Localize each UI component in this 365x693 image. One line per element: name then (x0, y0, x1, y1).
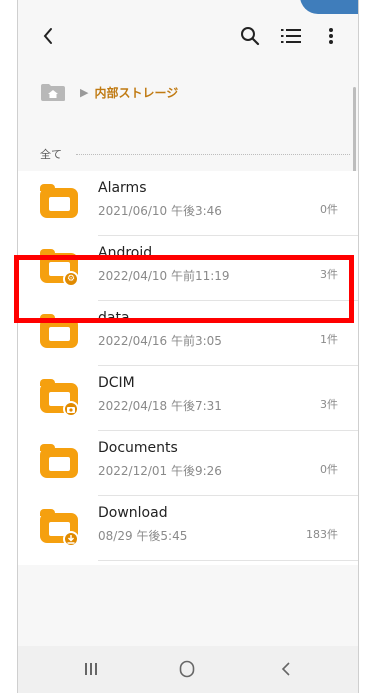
folder-icon (40, 184, 78, 218)
folder-date: 08/29 午後5:45 (98, 529, 188, 543)
back-button[interactable] (30, 18, 66, 54)
folder-item-count: 0件 (320, 203, 338, 216)
folder-icon (40, 379, 79, 417)
back-icon (43, 28, 52, 44)
home-folder-icon[interactable] (40, 82, 66, 102)
phone-screen: ▶ 内部ストレージ 全て Alarms 2021/06/10 午後3:46 0件… (14, 0, 359, 693)
folder-icon (40, 509, 79, 547)
folder-date: 2022/04/18 午後7:31 (98, 399, 222, 413)
folder-item-count: 3件 (320, 398, 338, 411)
folder-date: 2022/04/16 午前3:05 (98, 334, 222, 348)
list-item-documents[interactable]: Documents 2022/12/01 午後9:26 0件 (18, 431, 358, 496)
camera-icon (63, 401, 79, 417)
search-icon (241, 27, 260, 46)
file-list: Alarms 2021/06/10 午後3:46 0件 ⚙ Android 20… (18, 171, 358, 565)
folder-item-count: 1件 (320, 333, 338, 346)
search-button[interactable] (232, 18, 268, 54)
home-icon (179, 660, 195, 678)
list-item-dcim[interactable]: DCIM 2022/04/18 午後7:31 3件 (18, 366, 358, 431)
folder-item-count: 183件 (306, 528, 338, 541)
recent-apps-button[interactable] (76, 656, 106, 682)
row-divider (98, 560, 358, 561)
section-label: 全て (40, 148, 62, 161)
folder-icon (40, 444, 78, 478)
list-item-download[interactable]: Download 08/29 午後5:45 183件 (18, 496, 358, 561)
corner-accent (300, 0, 358, 14)
section-header: 全て (40, 146, 350, 162)
breadcrumb: ▶ 内部ストレージ (40, 80, 178, 104)
toolbar (18, 18, 358, 54)
more-options-button[interactable] (313, 18, 349, 54)
folder-name: Documents (98, 440, 178, 456)
nav-back-button[interactable] (271, 656, 301, 682)
list-view-icon (281, 29, 301, 43)
highlight-box (14, 255, 354, 323)
list-view-button[interactable] (273, 18, 309, 54)
breadcrumb-storage-label[interactable]: 内部ストレージ (94, 84, 178, 101)
folder-item-count: 0件 (320, 463, 338, 476)
navigation-bar (18, 646, 358, 693)
folder-date: 2021/06/10 午後3:46 (98, 204, 222, 218)
folder-name: DCIM (98, 375, 135, 391)
home-button[interactable] (172, 656, 202, 682)
recent-apps-icon (85, 663, 97, 675)
folder-date: 2022/12/01 午後9:26 (98, 464, 222, 478)
folder-name: Alarms (98, 180, 147, 196)
nav-back-icon (281, 662, 290, 676)
download-icon (63, 531, 79, 547)
section-divider (76, 153, 350, 155)
more-vert-icon (329, 28, 333, 44)
folder-name: Download (98, 505, 168, 521)
breadcrumb-arrow-icon: ▶ (80, 85, 89, 99)
list-item-alarms[interactable]: Alarms 2021/06/10 午後3:46 0件 (18, 171, 358, 236)
